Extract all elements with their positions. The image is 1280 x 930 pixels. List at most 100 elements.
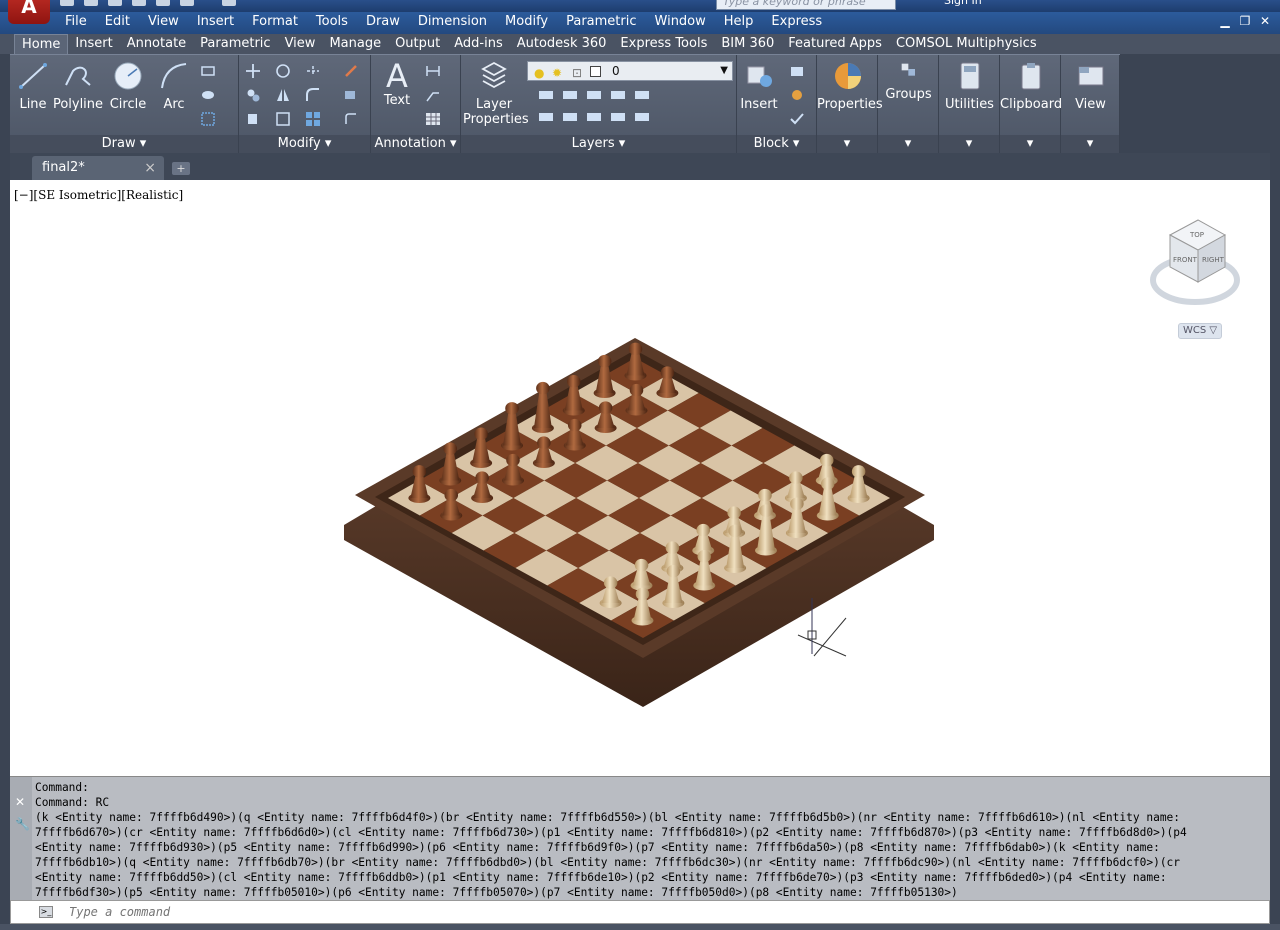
array-icon[interactable] (305, 111, 321, 127)
layer-tool-9-icon[interactable] (611, 113, 625, 121)
clipboard-button[interactable]: Clipboard (1000, 55, 1062, 112)
tab-autodesk360[interactable]: Autodesk 360 (510, 34, 614, 54)
utilities-panel[interactable]: Utilities ▾ (939, 55, 1000, 153)
application-menu-button[interactable]: A (8, 0, 50, 24)
plot-icon[interactable] (156, 0, 170, 6)
layer-tool-4-icon[interactable] (611, 91, 625, 99)
layer-tool-5-icon[interactable] (635, 91, 649, 99)
fillet-icon[interactable] (305, 87, 321, 103)
region-icon[interactable] (200, 111, 216, 127)
block-panel-title[interactable]: Block ▾ (737, 135, 816, 153)
layer-dropdown[interactable]: ● ✹ ⊡ 0 ▼ (527, 61, 733, 81)
table-icon[interactable] (425, 111, 441, 127)
line-button[interactable]: Line (14, 55, 52, 112)
create-block-icon[interactable] (789, 63, 805, 79)
insert-button[interactable]: Insert (739, 55, 779, 112)
menu-modify[interactable]: Modify (496, 12, 557, 34)
redo-icon[interactable] (222, 0, 236, 6)
tab-final2[interactable]: final2* × (32, 156, 164, 180)
draw-panel-title[interactable]: Draw ▾ (10, 135, 238, 153)
tab-output[interactable]: Output (388, 34, 447, 54)
saveas-icon[interactable] (132, 0, 146, 6)
tab-featured-apps[interactable]: Featured Apps (781, 34, 889, 54)
new-icon[interactable] (60, 0, 74, 6)
menu-dimension[interactable]: Dimension (409, 12, 496, 34)
view-button[interactable]: View (1061, 55, 1120, 112)
rotate-icon[interactable] (275, 63, 291, 79)
save-icon[interactable] (108, 0, 122, 6)
menu-draw[interactable]: Draw (357, 12, 409, 34)
clipboard-expand-icon[interactable]: ▾ (1000, 135, 1060, 153)
groups-expand-icon[interactable]: ▾ (878, 135, 938, 153)
menu-insert[interactable]: Insert (188, 12, 243, 34)
layer-tool-6-icon[interactable] (539, 113, 553, 121)
view-expand-icon[interactable]: ▾ (1061, 135, 1119, 153)
edit-attributes-icon[interactable] (789, 111, 805, 127)
layer-tool-8-icon[interactable] (587, 113, 601, 121)
utilities-button[interactable]: Utilities (939, 55, 1000, 112)
menu-express[interactable]: Express (762, 12, 831, 34)
open-icon[interactable] (84, 0, 98, 6)
copy-icon[interactable] (245, 87, 261, 103)
tab-comsol[interactable]: COMSOL Multiphysics (889, 34, 1044, 54)
drawing-viewport[interactable]: [−][SE Isometric][Realistic] TOP FRONT R… (10, 180, 1270, 776)
layer-tool-2-icon[interactable] (563, 91, 577, 99)
properties-panel[interactable]: Properties ▾ (817, 55, 883, 153)
menu-file[interactable]: File (56, 12, 96, 34)
utilities-expand-icon[interactable]: ▾ (939, 135, 999, 153)
edit-block-icon[interactable] (789, 87, 805, 103)
scale-icon[interactable] (275, 111, 291, 127)
undo-icon[interactable] (180, 0, 194, 6)
properties-expand-icon[interactable]: ▾ (817, 135, 877, 153)
menu-view[interactable]: View (139, 12, 188, 34)
menu-edit[interactable]: Edit (96, 12, 139, 34)
leader-icon[interactable] (425, 87, 441, 103)
arc-button[interactable]: Arc (156, 55, 192, 112)
linear-dimension-icon[interactable] (425, 63, 441, 79)
layer-tool-3-icon[interactable] (587, 91, 601, 99)
tab-express-tools[interactable]: Express Tools (613, 34, 714, 54)
tab-home[interactable]: Home (14, 34, 69, 54)
tab-view[interactable]: View (278, 34, 323, 54)
minimize-icon[interactable]: ▁ (1218, 14, 1232, 28)
command-input[interactable] (69, 903, 1249, 921)
sign-in-button[interactable]: Sign In (900, 0, 1040, 10)
groups-button[interactable]: Groups (878, 55, 939, 102)
mirror-icon[interactable] (275, 87, 291, 103)
layers-panel-title[interactable]: Layers ▾ (461, 135, 736, 153)
menu-help[interactable]: Help (715, 12, 763, 34)
clipboard-panel[interactable]: Clipboard ▾ (1000, 55, 1062, 153)
tab-insert[interactable]: Insert (68, 34, 119, 54)
offset-icon[interactable] (343, 111, 359, 127)
close-icon[interactable]: ✕ (1258, 14, 1272, 28)
view-panel[interactable]: View ▾ (1061, 55, 1120, 153)
hatch-icon[interactable] (200, 87, 216, 103)
new-tab-button[interactable]: + (172, 162, 190, 175)
menu-tools[interactable]: Tools (307, 12, 357, 34)
move-icon[interactable] (245, 63, 261, 79)
tab-bim360[interactable]: BIM 360 (714, 34, 781, 54)
trim-icon[interactable] (305, 63, 321, 79)
stretch-icon[interactable] (245, 111, 261, 127)
modify-panel-title[interactable]: Modify ▾ (239, 135, 370, 153)
customize-wrench-icon[interactable]: 🔧 (15, 817, 30, 831)
layer-tool-10-icon[interactable] (635, 113, 649, 121)
close-tab-icon[interactable]: × (144, 156, 156, 180)
wcs-menu[interactable]: WCS ▽ (1178, 323, 1222, 339)
circle-button[interactable]: Circle (108, 55, 148, 112)
tab-manage[interactable]: Manage (322, 34, 388, 54)
tab-annotate[interactable]: Annotate (120, 34, 193, 54)
menu-parametric[interactable]: Parametric (557, 12, 645, 34)
command-window-grip[interactable]: ✕ 🔧 (10, 777, 32, 901)
help-search-input[interactable]: Type a keyword or phrase (716, 0, 896, 10)
text-button[interactable]: A Text (377, 55, 417, 108)
viewcube[interactable]: TOP FRONT RIGHT (1150, 210, 1240, 320)
groups-panel[interactable]: Groups ▾ (878, 55, 939, 153)
layer-properties-button[interactable]: Layer Properties (463, 55, 529, 127)
layer-tool-7-icon[interactable] (563, 113, 577, 121)
explode-icon[interactable] (343, 87, 359, 103)
restore-icon[interactable]: ❐ (1238, 14, 1252, 28)
close-command-icon[interactable]: ✕ (15, 795, 25, 809)
menu-window[interactable]: Window (646, 12, 715, 34)
rectangle-icon[interactable] (200, 63, 216, 79)
